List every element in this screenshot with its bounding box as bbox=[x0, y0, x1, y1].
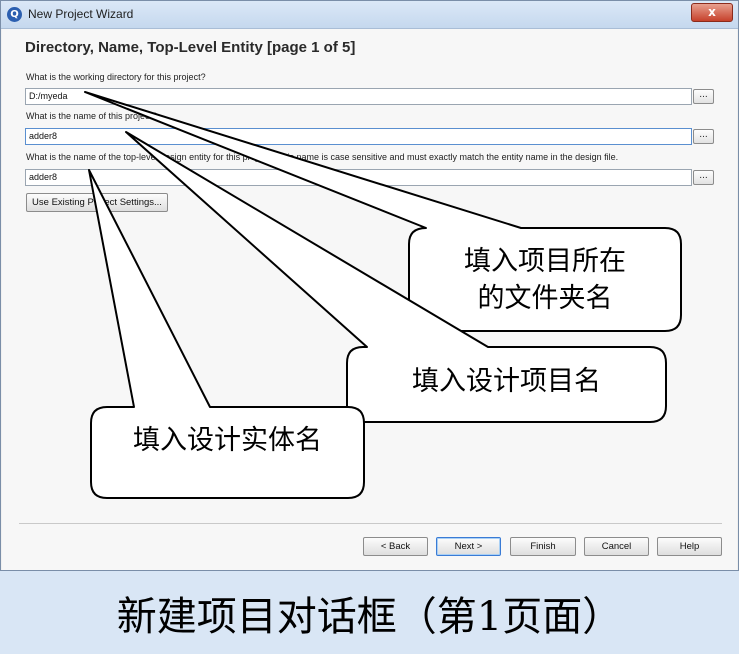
slide-caption: 新建项目对话框（第1页面） bbox=[116, 594, 623, 640]
new-project-wizard-window: Q New Project Wizard x Directory, Name, … bbox=[0, 0, 739, 571]
entity-callout-text: 填入设计实体名 bbox=[133, 425, 322, 456]
project-name-callout-text: 填入设计项目名 bbox=[412, 366, 601, 397]
directory-callout-line1: 填入项目所在 bbox=[464, 246, 626, 277]
directory-callout-line2: 的文件夹名 bbox=[477, 283, 613, 314]
